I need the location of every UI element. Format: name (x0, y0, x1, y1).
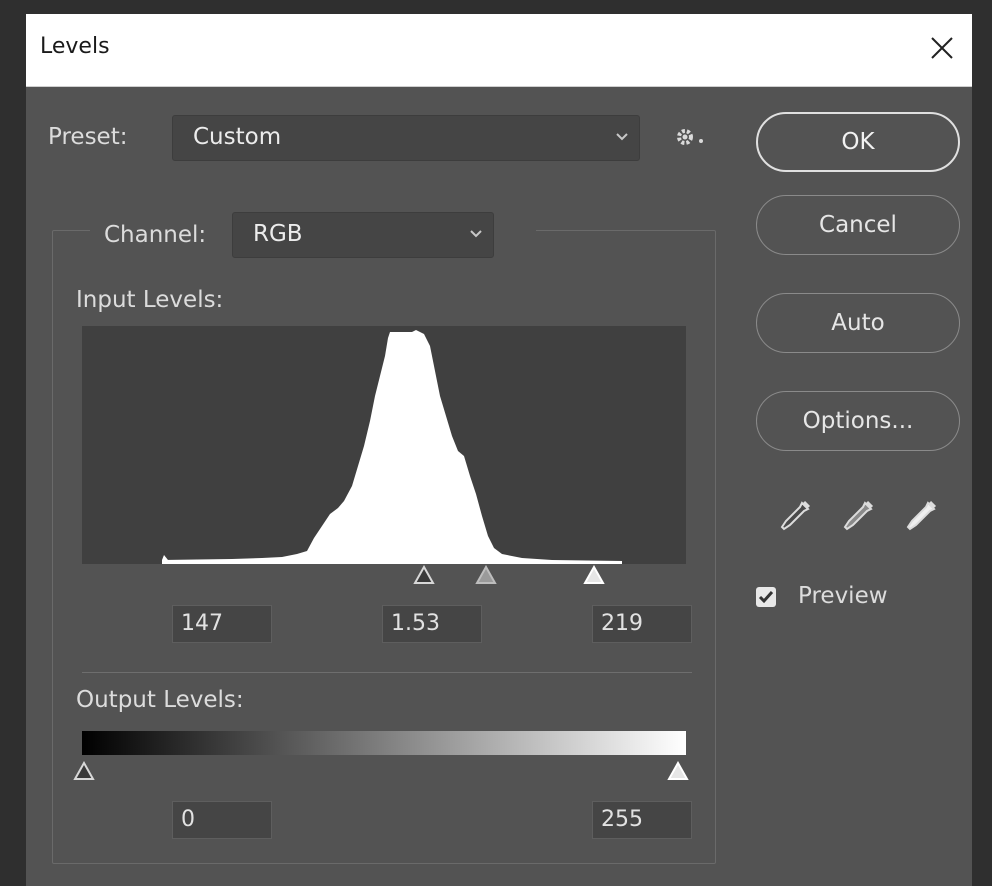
output-levels-label: Output Levels: (76, 687, 244, 713)
checkmark-icon (758, 591, 774, 604)
input-white-slider[interactable] (582, 565, 606, 585)
gray-point-eyedropper[interactable] (841, 499, 875, 537)
input-black-field[interactable]: 147 (172, 605, 272, 643)
levels-dialog: Preset: Custom OK Cancel Auto Options... (26, 87, 972, 886)
output-black-slider[interactable] (72, 761, 96, 781)
output-white-slider[interactable] (666, 761, 690, 781)
preset-dropdown[interactable]: Custom (172, 115, 640, 161)
auto-button[interactable]: Auto (756, 293, 960, 353)
input-black-slider[interactable] (412, 565, 436, 585)
gray-point-eyedropper-icon (843, 500, 874, 531)
preset-settings-button[interactable] (674, 124, 708, 154)
gear-icon (677, 129, 703, 145)
black-point-eyedropper-icon (780, 500, 811, 531)
close-button[interactable] (920, 24, 964, 72)
histogram-shape (162, 330, 622, 564)
white-point-eyedropper[interactable] (904, 499, 938, 537)
black-point-eyedropper[interactable] (778, 499, 812, 537)
chevron-down-icon (470, 230, 482, 238)
channel-label: Channel: (104, 222, 207, 248)
chevron-down-icon (616, 133, 628, 141)
histogram (82, 326, 686, 564)
preset-label: Preset: (48, 124, 128, 150)
input-white-field[interactable]: 219 (592, 605, 692, 643)
output-black-field[interactable]: 0 (172, 801, 272, 839)
input-gamma-slider[interactable] (474, 565, 498, 585)
ok-button[interactable]: OK (756, 112, 960, 172)
output-white-field[interactable]: 255 (592, 801, 692, 839)
preview-checkbox[interactable] (756, 587, 776, 607)
window-title: Levels (40, 34, 110, 59)
title-bar: Levels (26, 14, 972, 87)
channel-value: RGB (253, 221, 303, 247)
channel-dropdown[interactable]: RGB (232, 212, 494, 258)
input-gamma-field[interactable]: 1.53 (382, 605, 482, 643)
histogram-shadow-noise (162, 555, 168, 560)
histogram-graph (162, 330, 622, 564)
preset-value: Custom (193, 124, 282, 150)
cancel-button[interactable]: Cancel (756, 195, 960, 255)
options-button[interactable]: Options... (756, 391, 960, 451)
output-gradient (82, 731, 686, 755)
white-point-eyedropper-icon (906, 500, 937, 531)
preview-label: Preview (798, 583, 888, 609)
close-icon (931, 37, 953, 59)
input-levels-label: Input Levels: (76, 287, 224, 313)
levels-divider (82, 672, 692, 673)
